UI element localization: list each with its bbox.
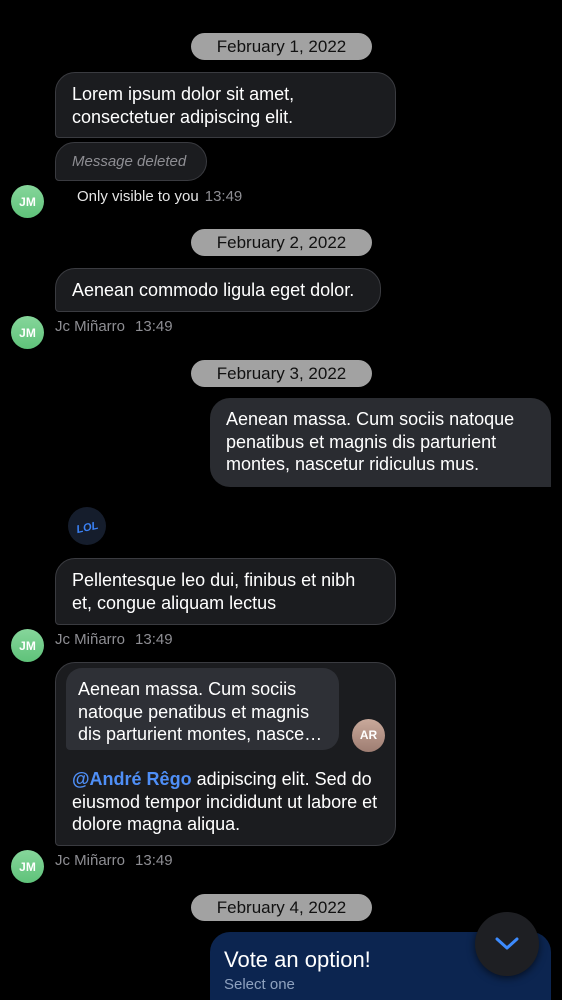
scroll-to-bottom-button[interactable] — [475, 912, 539, 976]
chat-screen: February 1, 2022 Lorem ipsum dolor sit a… — [0, 0, 562, 1000]
date-separator: February 2, 2022 — [191, 229, 372, 256]
message-bubble[interactable]: Lorem ipsum dolor sit amet, consectetuer… — [55, 72, 396, 138]
message-time: 13:49 — [135, 318, 173, 335]
message-text: Pellentesque leo dui, finibus et nibh et… — [72, 570, 356, 613]
message-bubble[interactable]: Aenean commodo ligula eget dolor. — [55, 268, 381, 312]
own-message-bubble[interactable]: Aenean massa. Cum sociis natoque penatib… — [210, 398, 551, 487]
quoted-message[interactable]: Aenean massa. Cum sociis natoque penatib… — [66, 668, 339, 750]
message-bubble[interactable]: Pellentesque leo dui, finibus et nibh et… — [55, 558, 396, 625]
quoted-text: Aenean massa. Cum sociis natoque penatib… — [78, 679, 326, 744]
message-meta: Jc Miñarro 13:49 — [55, 631, 173, 648]
message-text: Lorem ipsum dolor sit amet, consectetuer… — [72, 84, 295, 127]
user-mention[interactable]: @André Rêgo — [72, 769, 192, 789]
date-separator: February 1, 2022 — [191, 33, 372, 60]
message-meta: Jc Miñarro 13:49 — [55, 852, 173, 869]
author-name: Jc Miñarro — [55, 852, 126, 869]
message-time: 13:49 — [135, 631, 173, 648]
quoted-author-avatar[interactable]: AR — [352, 719, 385, 752]
message-meta: Only visible to you 13:49 — [77, 188, 242, 205]
message-text: @André Rêgo adipiscing elit. Sed do eius… — [72, 768, 387, 836]
chevron-down-icon — [495, 937, 519, 950]
reply-message-bubble[interactable]: Aenean massa. Cum sociis natoque penatib… — [55, 662, 396, 846]
message-meta: Jc Miñarro 13:49 — [55, 318, 173, 335]
reaction-badge[interactable]: LOL — [68, 507, 106, 545]
avatar-initials: AR — [359, 728, 378, 743]
avatar[interactable]: JM — [11, 850, 44, 883]
message-time: 13:49 — [204, 188, 243, 205]
poll-subtitle: Select one — [224, 976, 295, 993]
deleted-message-label: Message deleted — [72, 153, 187, 170]
message-text: Aenean commodo ligula eget dolor. — [72, 280, 355, 300]
message-time: 13:49 — [135, 852, 173, 869]
author-name: Jc Miñarro — [55, 631, 126, 648]
avatar[interactable]: JM — [11, 185, 44, 218]
author-name: Jc Miñarro — [55, 318, 126, 335]
date-separator: February 3, 2022 — [191, 360, 372, 387]
avatar[interactable]: JM — [11, 629, 44, 662]
date-separator: February 4, 2022 — [191, 894, 372, 921]
avatar-initials: JM — [19, 194, 36, 209]
avatar[interactable]: JM — [11, 316, 44, 349]
only-visible-note: Only visible to you — [77, 188, 199, 205]
deleted-message-bubble[interactable]: Message deleted — [55, 142, 207, 181]
message-text: Aenean massa. Cum sociis natoque penatib… — [226, 409, 515, 474]
svg-text:LOL: LOL — [75, 520, 99, 536]
lol-reaction-icon: LOL — [75, 520, 99, 536]
avatar-initials: JM — [19, 859, 36, 874]
avatar-initials: JM — [19, 638, 36, 653]
avatar-initials: JM — [19, 325, 36, 340]
